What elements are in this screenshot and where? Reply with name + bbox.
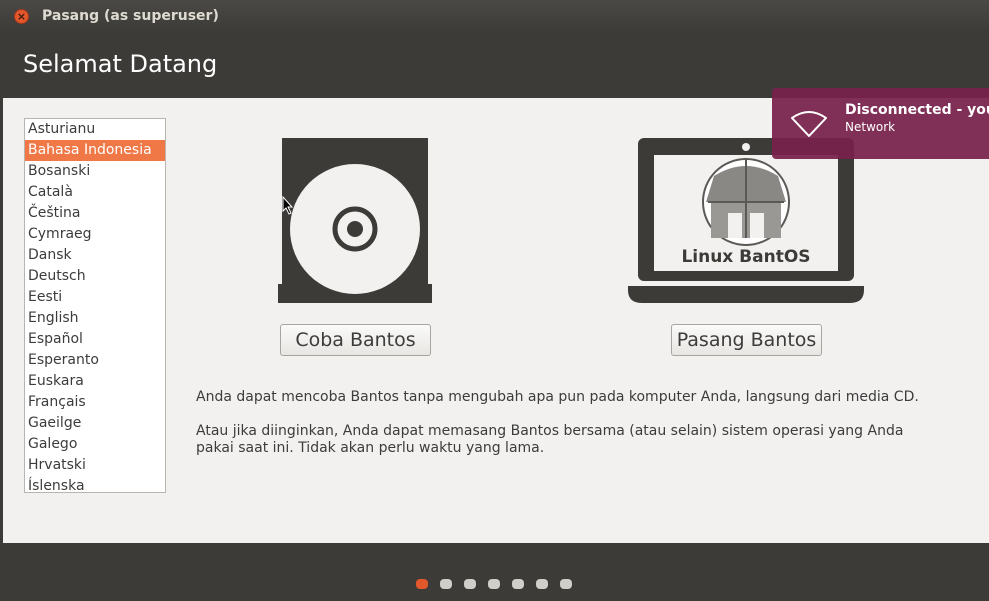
page-title: Selamat Datang bbox=[23, 50, 218, 78]
language-item[interactable]: Dansk bbox=[25, 245, 165, 266]
step-dot bbox=[536, 579, 548, 589]
description-try: Anda dapat mencoba Bantos tanpa mengubah… bbox=[196, 389, 919, 405]
window-title: Pasang (as superuser) bbox=[42, 8, 219, 24]
laptop-icon bbox=[628, 138, 864, 303]
try-bantos-button[interactable]: Coba Bantos bbox=[280, 324, 431, 356]
main-content: Asturianu Bahasa Indonesia Bosanski Català Č… bbox=[3, 98, 989, 543]
language-item[interactable]: Español bbox=[25, 329, 165, 350]
language-item[interactable]: Asturianu bbox=[25, 119, 165, 140]
language-list[interactable]: Asturianu Bahasa Indonesia Bosanski Català Č… bbox=[24, 118, 166, 493]
network-notification: Disconnected - you a Network bbox=[772, 88, 989, 159]
step-dot bbox=[440, 579, 452, 589]
language-item[interactable]: Čeština bbox=[25, 203, 165, 224]
laptop-screen-label: Linux BantOS bbox=[681, 247, 811, 267]
language-item[interactable]: Català bbox=[25, 182, 165, 203]
notification-body: Network bbox=[845, 120, 896, 134]
install-bantos-button[interactable]: Pasang Bantos bbox=[671, 324, 822, 356]
language-item[interactable]: Íslenska bbox=[25, 476, 165, 492]
language-item[interactable]: Français bbox=[25, 392, 165, 413]
language-item[interactable]: Galego bbox=[25, 434, 165, 455]
language-item[interactable]: Esperanto bbox=[25, 350, 165, 371]
language-item[interactable]: Bosanski bbox=[25, 161, 165, 182]
bantos-logo bbox=[702, 158, 790, 246]
language-item[interactable]: Gaeilge bbox=[25, 413, 165, 434]
language-item[interactable]: Deutsch bbox=[25, 266, 165, 287]
step-dot bbox=[560, 579, 572, 589]
wifi-icon bbox=[791, 111, 827, 137]
language-item[interactable]: Euskara bbox=[25, 371, 165, 392]
step-dot bbox=[512, 579, 524, 589]
mouse-cursor-icon bbox=[282, 196, 294, 215]
title-bar: × Pasang (as superuser) bbox=[0, 0, 989, 32]
description-install: Atau jika diinginkan, Anda dapat memasan… bbox=[196, 423, 904, 456]
language-item[interactable]: Cymraeg bbox=[25, 224, 165, 245]
footer bbox=[3, 543, 989, 601]
language-item[interactable]: Eesti bbox=[25, 287, 165, 308]
step-indicator bbox=[416, 579, 572, 589]
step-dot bbox=[464, 579, 476, 589]
language-item[interactable]: Hrvatski bbox=[25, 455, 165, 476]
language-item[interactable]: Bahasa Indonesia bbox=[25, 140, 165, 161]
close-icon: × bbox=[16, 10, 27, 23]
step-dot bbox=[416, 579, 428, 589]
close-window-button[interactable]: × bbox=[14, 9, 29, 24]
cd-drive-icon bbox=[278, 138, 432, 303]
step-dot bbox=[488, 579, 500, 589]
language-item[interactable]: English bbox=[25, 308, 165, 329]
notification-title: Disconnected - you a bbox=[845, 102, 989, 118]
